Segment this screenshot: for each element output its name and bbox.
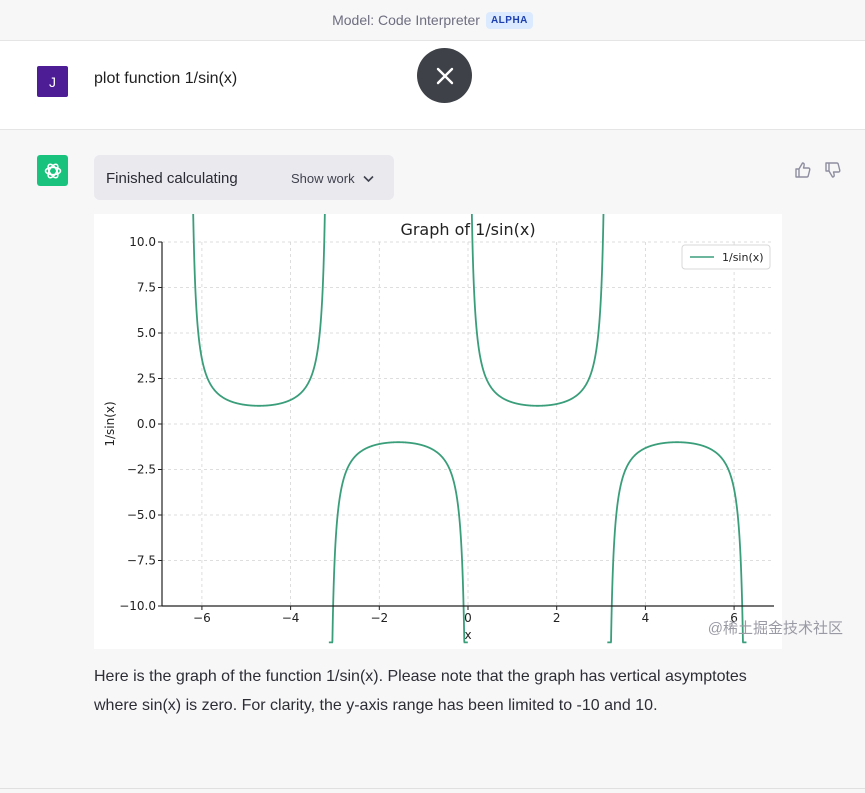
chart-x-label: x [464,628,471,642]
close-icon [436,67,453,84]
x-tick-label: −4 [282,611,300,625]
x-tick-label: 4 [642,611,650,625]
y-tick-label: 10.0 [129,235,156,249]
y-tick-label: 7.5 [137,281,156,295]
watermark: @稀土掘金技术社区 [707,620,843,637]
series-line-segment [607,441,747,644]
chevron-down-icon [363,175,374,182]
chart-title: Graph of 1/sin(x) [400,220,535,239]
work-status: Finished calculating [106,170,238,187]
x-tick-label: −2 [370,611,388,625]
code-work-panel: Finished calculating Show work [94,155,394,200]
series-line-segment [470,214,605,407]
legend-label: 1/sin(x) [722,251,764,264]
y-tick-label: −7.5 [127,554,156,568]
x-tick-label: 2 [553,611,561,625]
model-label: Model: Code Interpreter [332,12,480,28]
x-tick-label: 0 [464,611,472,625]
alpha-badge: ALPHA [485,11,533,29]
thumbs-down-icon[interactable] [824,161,842,179]
y-tick-label: 2.5 [137,372,156,386]
x-tick-label: −6 [193,611,211,625]
chart-svg: −6 −4 −2 0 2 4 610.07.55.02.50.0−2.5−5.0−7.5−1… [103,214,774,644]
user-message-text: plot function 1/sin(x) [94,70,238,87]
user-avatar-initial: J [49,73,56,90]
user-avatar: J [37,66,68,97]
model-header: Model: Code Interpreter ALPHA [0,0,865,41]
series-line-segment [192,214,326,407]
assistant-response-text: Here is the graph of the function 1/sin(… [94,668,747,714]
openai-logo-icon [44,163,61,178]
y-tick-label: 5.0 [137,326,156,340]
y-tick-label: −5.0 [127,508,156,522]
chart-y-label: 1/sin(x) [103,401,117,446]
y-tick-label: −2.5 [127,463,156,477]
show-work-label: Show work [291,171,355,186]
close-button[interactable] [417,48,472,103]
thumbs-up-icon[interactable] [794,161,812,179]
chart-image: −6 −4 −2 0 2 4 6 10.0 7.5 5.0 2.5 0.0 −2.5 −5.0 −7.5 −1… [94,214,782,649]
y-tick-label: 0.0 [137,417,156,431]
y-tick-label: −10.0 [119,599,156,613]
chart-legend: 1/sin(x) [681,244,771,270]
assistant-message-row: Finished calculating Show work −6 −4 −2 0 2 4… [0,130,865,789]
show-work-button[interactable]: Show work [291,171,374,186]
series-line-segment [328,441,468,644]
assistant-avatar [37,155,68,186]
chart-grid [162,241,774,607]
